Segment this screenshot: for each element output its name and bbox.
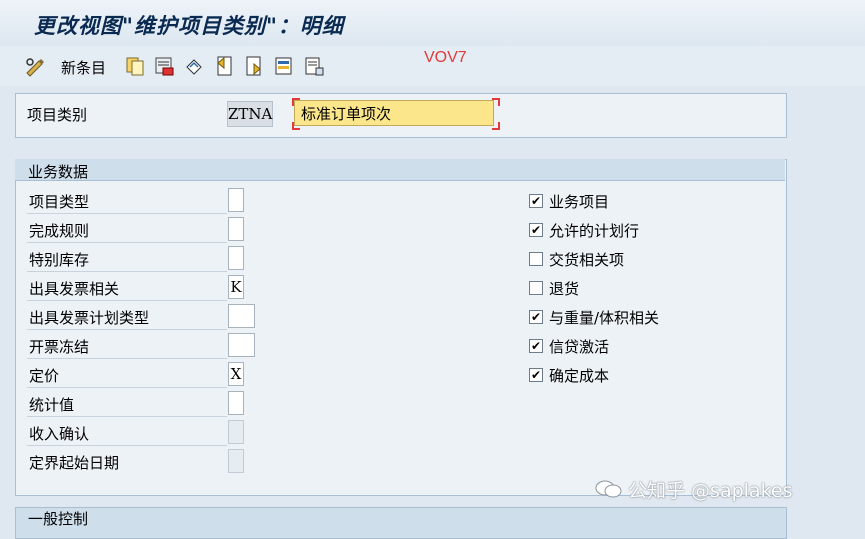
focus-bracket-top-right [492,98,500,106]
application-toolbar: 新条目 VOV7 [0,46,865,86]
checkbox-label-business-item: 业务项目 [549,193,610,211]
checkbox-schedule-line-allowed[interactable]: ✔ [529,223,543,237]
field-label-special-stock: 特别库存 [29,251,90,269]
checkbox-label-schedule-line-allowed: 允许的计划行 [549,222,640,240]
field-label-billing-relevance: 出具发票相关 [29,280,120,298]
item-type-input[interactable] [228,188,244,212]
completion-rule-input[interactable] [228,217,244,241]
window-title: 更改视图"维护项目类别"：明细 [34,13,344,38]
checkbox-label-returns: 退货 [549,280,580,298]
row-divider [27,387,227,388]
row-divider [27,213,227,214]
checkbox-returns[interactable] [529,281,543,295]
billing-relevance-input[interactable]: K [228,275,244,299]
field-label-pricing: 定价 [29,367,60,385]
print-icon[interactable] [303,55,325,77]
billing-block-input[interactable] [228,333,255,357]
checkbox-determine-cost[interactable]: ✔ [529,368,543,382]
field-label-completion-rule: 完成规则 [29,222,90,240]
business-data-header [15,159,785,181]
focus-bracket-top-left [292,98,300,106]
transaction-code-label: VOV7 [424,49,467,66]
statistical-value-input[interactable] [228,391,244,415]
business-data-title: 业务数据 [28,163,89,181]
billing-plan-type-input[interactable] [228,304,255,328]
checkbox-label-delivery-relevant: 交货相关项 [549,251,625,269]
watermark-text: 公知乎 @saplakes [628,480,793,502]
checkbox-label-determine-cost: 确定成本 [549,367,610,385]
next-entry-icon[interactable] [243,55,265,77]
item-category-code: ZTNA [227,101,273,127]
row-divider [27,329,227,330]
row-divider [27,358,227,359]
accrual-start-date-input [228,449,244,473]
focus-bracket-bottom-left [292,122,300,130]
field-label-item-type: 项目类型 [29,193,90,211]
general-control-title: 一般控制 [28,510,89,528]
checkbox-label-weight-volume-relevant: 与重量/体积相关 [549,309,660,327]
checkbox-business-item[interactable]: ✔ [529,194,543,208]
checkbox-label-credit-active: 信贷激活 [549,338,610,356]
checkbox-delivery-relevant[interactable] [529,252,543,266]
checkbox-credit-active[interactable]: ✔ [529,339,543,353]
row-divider [27,445,227,446]
field-label-billing-plan-type: 出具发票计划类型 [29,309,150,327]
item-category-label: 项目类别 [27,106,88,124]
row-divider [27,416,227,417]
row-divider [27,300,227,301]
special-stock-input[interactable] [228,246,244,270]
edit-glasses-icon[interactable] [24,55,46,77]
select-all-icon[interactable] [273,55,295,77]
field-label-revenue-recognition: 收入确认 [29,425,90,443]
general-control-panel [15,507,787,539]
item-category-description-field[interactable]: 标准订单项次 [294,100,494,126]
focus-bracket-bottom-right [492,122,500,130]
row-divider [27,271,227,272]
checkbox-weight-volume-relevant[interactable]: ✔ [529,310,543,324]
wechat-logo-icon [595,480,622,498]
new-entries-button[interactable]: 新条目 [61,57,106,78]
field-label-billing-block: 开票冻结 [29,338,90,356]
row-divider [27,242,227,243]
pricing-input[interactable]: X [228,362,244,386]
title-bar: 更改视图"维护项目类别"：明细 [0,0,865,46]
previous-entry-icon[interactable] [213,55,235,77]
revenue-recognition-input [228,420,244,444]
undo-change-icon[interactable] [183,55,205,77]
field-label-accrual-start-date: 定界起始日期 [29,454,120,472]
delete-icon[interactable] [153,55,175,77]
field-label-statistical-value: 统计值 [29,396,75,414]
copy-icon[interactable] [124,55,146,77]
